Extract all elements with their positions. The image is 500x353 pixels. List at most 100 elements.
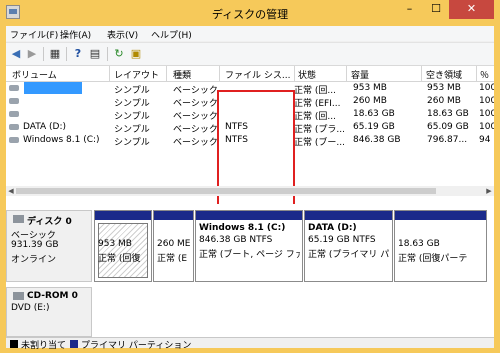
cell-capacity: 846.38 GB (353, 135, 401, 145)
partition-bar (305, 211, 392, 220)
partition-size: 65.19 GB NTFS (308, 235, 376, 245)
cell-percent: 100 (479, 122, 494, 132)
cell-volume: DATA (D:) (23, 122, 67, 132)
horizontal-scrollbar[interactable]: ◀ ▶ (6, 186, 494, 196)
cell-free: 260 MB (427, 96, 461, 106)
col-free[interactable]: 空き領域 (426, 68, 462, 81)
partition-bar (196, 211, 302, 220)
volume-list-header: ボリューム レイアウト 種類 ファイル シス... 状態 容量 空き領域 ％ (6, 66, 494, 82)
partition-status: 正常 (回復パーテ (398, 254, 468, 264)
partition-efi[interactable]: 260 ME 正常 (E (153, 210, 194, 282)
col-layout[interactable]: レイアウト (114, 68, 159, 81)
scrollbar-thumb[interactable] (16, 188, 436, 194)
disk-size: 931.39 GB (11, 240, 59, 250)
drive-icon (9, 137, 19, 143)
legend-primary-partition: プライマリ パーティション (81, 341, 192, 351)
minimize-button[interactable]: – (396, 0, 423, 19)
filesystem-column-highlight (217, 90, 295, 217)
help-icon[interactable]: ? (71, 47, 85, 61)
partition-data-d[interactable]: DATA (D:) 65.19 GB NTFS 正常 (プライマリ パ (304, 210, 393, 282)
disk-0-label[interactable]: ディスク 0 ベーシック 931.39 GB オンライン (6, 210, 92, 282)
partition-recovery-1[interactable]: 953 MB 正常 (回復 (94, 210, 152, 282)
toolbar-separator (107, 47, 108, 61)
col-volume[interactable]: ボリューム (12, 68, 57, 81)
partition-status: 正常 (ブート, ページ ファイ (199, 250, 300, 260)
cell-type: ベーシック (173, 138, 218, 148)
title-bar[interactable]: ディスクの管理 – ☐ ✕ (0, 0, 500, 26)
menu-bar: ファイル(F) 操作(A) 表示(V) ヘルプ(H) (6, 26, 494, 41)
partition-bar (95, 211, 151, 220)
col-status[interactable]: 状態 (298, 68, 316, 81)
cdrom-drive: DVD (E:) (11, 303, 50, 313)
cdrom-title: CD-ROM 0 (27, 291, 78, 301)
volume-list: ボリューム レイアウト 種類 ファイル シス... 状態 容量 空き領域 ％ シ (6, 66, 494, 222)
col-capacity[interactable]: 容量 (351, 68, 369, 81)
cell-capacity: 953 MB (353, 83, 387, 93)
menu-file[interactable]: ファイル(F) (10, 28, 58, 41)
cell-percent: 100 (479, 83, 494, 93)
menu-view[interactable]: 表示(V) (107, 28, 138, 41)
menu-help[interactable]: ヘルプ(H) (151, 28, 192, 41)
col-filesystem[interactable]: ファイル シス... (225, 68, 290, 81)
col-divider (166, 66, 167, 81)
partition-name: Windows 8.1 (C:) (199, 223, 286, 233)
scroll-right-icon[interactable]: ▶ (484, 186, 494, 196)
back-icon[interactable]: ◀ (9, 47, 23, 61)
drive-icon (9, 98, 19, 104)
cell-free: 796.87... (427, 135, 468, 145)
legend: 未割り当て プライマリ パーティション (6, 337, 494, 351)
selected-volume-highlight (24, 82, 82, 94)
col-divider (476, 66, 477, 81)
drive-icon (9, 111, 19, 117)
cell-status: 正常 (ブー... (294, 138, 345, 148)
col-divider (109, 66, 110, 81)
properties-icon[interactable]: ▦ (48, 47, 62, 61)
cell-free: 65.09 GB (427, 122, 469, 132)
close-button[interactable]: ✕ (449, 0, 494, 19)
cell-free: 953 MB (427, 83, 461, 93)
drive-icon (9, 124, 19, 130)
col-divider (294, 66, 295, 81)
partition-bar (395, 211, 486, 220)
partition-status: 正常 (プライマリ パ (308, 250, 390, 260)
cell-layout: シンプル (114, 138, 150, 148)
settings-icon[interactable]: ▣ (129, 47, 143, 61)
cell-capacity: 65.19 GB (353, 122, 395, 132)
cdrom-0-label[interactable]: CD-ROM 0 DVD (E:) (6, 287, 92, 337)
partition-size: 260 ME (157, 239, 191, 249)
menu-action[interactable]: 操作(A) (60, 28, 91, 41)
partition-size: 953 MB (98, 239, 132, 249)
forward-icon[interactable]: ▶ (25, 47, 39, 61)
cell-free: 18.63 GB (427, 109, 469, 119)
scroll-left-icon[interactable]: ◀ (6, 186, 16, 196)
drive-icon (9, 85, 19, 91)
unallocated-swatch (10, 340, 18, 348)
col-divider (219, 66, 220, 81)
cell-percent: 100 (479, 96, 494, 106)
disk-icon (13, 215, 24, 223)
col-percent[interactable]: ％ (480, 68, 489, 81)
cell-percent: 94 (479, 135, 491, 145)
window-client: ファイル(F) 操作(A) 表示(V) ヘルプ(H) ◀ ▶ ▦ ? ▤ ↻ ▣… (6, 26, 494, 351)
col-type[interactable]: 種類 (173, 68, 191, 81)
legend-unallocated: 未割り当て (21, 341, 67, 351)
toolbar-separator (43, 47, 44, 61)
cell-capacity: 18.63 GB (353, 109, 395, 119)
partition-status: 正常 (E (157, 254, 188, 264)
disk-management-window: ディスクの管理 – ☐ ✕ ファイル(F) 操作(A) 表示(V) ヘルプ(H)… (0, 0, 500, 353)
partition-size: 18.63 GB (398, 239, 440, 249)
col-divider (346, 66, 347, 81)
col-divider (421, 66, 422, 81)
cdrom-icon (13, 292, 24, 300)
disk-status: オンライン (11, 255, 57, 265)
refresh-icon[interactable]: ↻ (112, 47, 126, 61)
cell-capacity: 260 MB (353, 96, 387, 106)
toolbar-separator (66, 47, 67, 61)
partition-size: 846.38 GB NTFS (199, 235, 273, 245)
partition-recovery-2[interactable]: 18.63 GB 正常 (回復パーテ (394, 210, 487, 282)
partition-windows-c[interactable]: Windows 8.1 (C:) 846.38 GB NTFS 正常 (ブート,… (195, 210, 303, 282)
partition-status: 正常 (回復 (98, 254, 141, 264)
maximize-button[interactable]: ☐ (423, 0, 449, 19)
rescan-icon[interactable]: ▤ (88, 47, 102, 61)
cell-percent: 100 (479, 109, 494, 119)
